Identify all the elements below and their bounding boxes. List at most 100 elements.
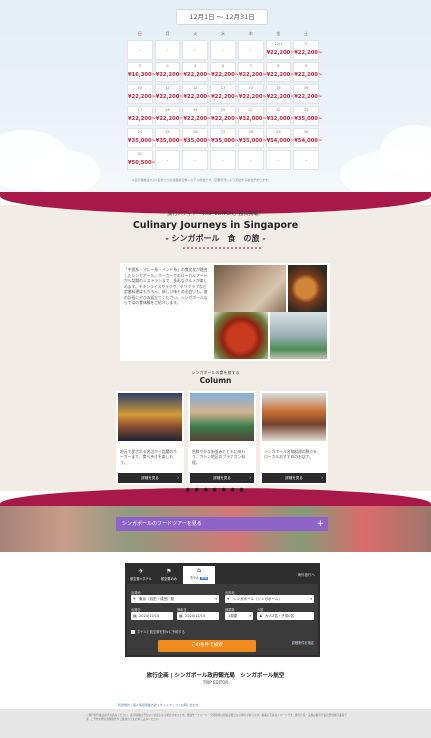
tab-flight-only[interactable]: ⚑ 航空券のみ <box>155 567 183 584</box>
chevron-right-icon: › <box>321 475 323 480</box>
calendar-day-cell[interactable]: 5 ¥22,200~ <box>182 62 211 82</box>
calendar-day-cell[interactable]: 7 ¥22,200~ <box>237 62 267 82</box>
calendar-week: 24 ¥35,000~ 25 ¥35,000~ 26 ¥35,000~ 27 ¥35,000~… <box>127 128 322 148</box>
calendar-day-cell: - <box>237 150 264 170</box>
calendar-day-cell[interactable]: 12 ¥22,200~ <box>182 84 211 104</box>
weekday-header: 日月火水木金土 <box>127 30 319 38</box>
day-price: ¥35,000~ <box>128 138 156 144</box>
column-detail-button[interactable]: 詳細を見る › <box>118 473 182 483</box>
calendar-day-cell: - <box>127 40 153 60</box>
calendar-date-range[interactable]: 12月1日 ～ 12月31日 <box>176 9 268 25</box>
photo-drink <box>270 312 327 359</box>
calendar-day-cell[interactable]: 24 ¥35,000~ <box>127 128 156 148</box>
day-number: 18 <box>165 108 170 112</box>
photo-curry <box>214 312 268 359</box>
column-card[interactable]: 地元で愛される名店から話題のホーカーまで、食べ歩きを楽しもう。 詳細を見る › <box>116 391 184 485</box>
day-number: 6 <box>221 64 225 68</box>
to-select[interactable]: ⌖ シンガポール（シンガポール） ▾ <box>225 595 314 603</box>
calendar-day-cell[interactable]: 26 ¥35,000~ <box>182 128 211 148</box>
calendar-day-cell[interactable]: 15 ¥22,200~ <box>265 84 295 104</box>
calendar-day-cell[interactable]: 21 ¥32,000~ <box>237 106 267 126</box>
separate-booking-checkbox[interactable] <box>131 630 135 634</box>
column-photo-shophouses <box>190 393 254 441</box>
column-card[interactable]: 色鮮やかな街並みとともに味わう、カトン地区のプラナカン料理。 詳細を見る › <box>188 391 256 485</box>
from-select[interactable]: ✈ 東京（羽田・成田）発 ▾ <box>131 595 219 603</box>
day-number: 31 <box>137 152 143 156</box>
calendar-day-cell[interactable]: 28 ¥35,000~ <box>237 128 267 148</box>
calendar-day-cell[interactable]: 9 ¥22,200~ <box>293 62 322 82</box>
calendar-day-cell[interactable]: 16 ¥22,200~ <box>293 84 323 104</box>
calendar-day-cell: - <box>210 150 236 170</box>
calendar-day-cell[interactable]: 17 ¥22,200~ <box>127 106 156 126</box>
day-number: 16 <box>303 86 309 90</box>
calendar-day-cell[interactable]: 13 ¥22,200~ <box>210 84 239 104</box>
calendar-day-cell[interactable]: 6 ¥22,200~ <box>210 62 239 82</box>
calendar-day-cell: - <box>154 150 181 170</box>
hotel-icon: ⌂ <box>197 567 201 574</box>
footer-links[interactable]: 利用規約 | 個人情報保護方針 | サイトマップ | お問い合わせ <box>118 703 199 707</box>
calendar-day-cell[interactable]: 22 ¥32,000~ <box>265 106 295 126</box>
weekday-label: 水 <box>220 31 225 36</box>
food-tour-button[interactable]: シンガポールのフードツアーを見る + <box>116 517 328 531</box>
day-price: ¥22,200~ <box>294 94 323 100</box>
rooms-select[interactable]: 1部屋 ▾ <box>225 612 253 620</box>
day-number: 10 <box>137 86 143 90</box>
column-card-text: 地元で愛される名店から話題のホーカーまで、食べ歩きを楽しもう。 <box>120 449 177 465</box>
calendar-day-cell[interactable]: 10 ¥22,200~ <box>127 84 156 104</box>
column-card[interactable]: シンガポール名物料理の数々を、ローカルおすすめのお店で。 詳細を見る › <box>260 391 328 485</box>
search-button[interactable]: この条件で検索 <box>158 640 256 652</box>
day-price: ¥35,000~ <box>211 138 240 144</box>
day-number: 7 <box>249 64 252 68</box>
day-number: 27 <box>220 130 226 134</box>
calendar-day-cell[interactable]: 29 ¥54,000~ <box>265 128 295 148</box>
calendar-week: - - - - - 12/1 ¥22,200~ 2 ¥22,200~ <box>127 40 322 60</box>
day-number: 22 <box>276 108 281 112</box>
weekday-label: 日 <box>137 31 142 36</box>
return-date-input[interactable]: ▦ 2024/12/15 <box>177 612 219 620</box>
calendar-day-cell[interactable]: 2 ¥22,200~ <box>293 40 322 60</box>
calendar-day-cell[interactable]: 27 ¥35,000~ <box>210 128 240 148</box>
day-price: ¥35,000~ <box>155 138 184 144</box>
no-price: - <box>222 48 224 54</box>
detail-conditions-link[interactable]: 詳細条件を指定 <box>292 640 314 645</box>
tab-flight-hotel[interactable]: ✈ 航空券+ホテル <box>127 567 155 584</box>
day-number: 23 <box>303 108 309 112</box>
calendar-day-cell[interactable]: 25 ¥35,000~ <box>154 128 184 148</box>
day-number: 13 <box>220 86 226 90</box>
day-price: ¥22,200~ <box>128 94 156 100</box>
chevron-down-icon: ▾ <box>249 614 251 618</box>
calendar-day-cell[interactable]: 4 ¥22,200~ <box>154 62 184 82</box>
calendar-icon: ▦ <box>179 613 183 618</box>
carousel-pager[interactable]: ● ● ● ● ● ● ● <box>0 487 431 493</box>
guests-select[interactable]: ♟ 大人2名・子供0名 <box>257 612 314 620</box>
calendar-day-cell[interactable]: 31 ¥50,500~ <box>127 150 156 170</box>
day-number: 25 <box>165 130 170 134</box>
day-price: ¥32,000~ <box>266 116 295 122</box>
column-card-text: 色鮮やかな街並みとともに味わう、カトン地区のプラナカン料理。 <box>192 449 246 465</box>
day-price: ¥22,200~ <box>155 94 184 100</box>
calendar-day-cell[interactable]: 23 ¥35,000~ <box>293 106 322 126</box>
day-price: ¥50,500~ <box>128 160 156 166</box>
tab-hotel[interactable]: ⌂ ホテル NEW <box>183 566 215 585</box>
overseas-travel-link[interactable]: 海外旅行へ <box>298 573 316 578</box>
price-calendar: 日 月 火 水 木 金 土 - - - - - 12/1 ¥22,200~ 2 ¥22,200~ 3 ¥16,3… <box>127 30 323 170</box>
day-number: 8 <box>277 64 280 68</box>
calendar-day-cell[interactable]: 8 ¥22,200~ <box>265 62 295 82</box>
day-price: ¥54,000~ <box>266 138 295 144</box>
calendar-day-cell[interactable]: 19 ¥22,200~ <box>182 106 211 126</box>
calendar-day-cell[interactable]: 30 ¥54,000~ <box>293 128 322 148</box>
day-number: 29 <box>276 130 281 134</box>
column-detail-button[interactable]: 詳細を見る › <box>190 473 254 483</box>
depart-date-input[interactable]: ▦ 2024/12/10 <box>131 612 173 620</box>
photo-dish <box>288 265 327 312</box>
calendar-day-cell[interactable]: 11 ¥22,200~ <box>154 84 184 104</box>
calendar-day-cell[interactable]: 18 ¥22,200~ <box>154 106 184 126</box>
calendar-day-cell[interactable]: 12/1 ¥22,200~ <box>265 40 295 60</box>
calendar-day-cell[interactable]: 14 ¥22,200~ <box>237 84 267 104</box>
no-price: - <box>194 158 197 164</box>
calendar-day-cell[interactable]: 3 ¥16,300~ <box>127 62 156 82</box>
calendar-week: 17 ¥22,200~ 18 ¥22,200~ 19 ¥22,200~ 20 ¥22,200~… <box>127 106 322 126</box>
calendar-day-cell[interactable]: 20 ¥22,200~ <box>210 106 239 126</box>
culinary-title: Culinary Journeys in Singapore <box>132 220 299 231</box>
column-detail-button[interactable]: 詳細を見る › <box>262 473 326 483</box>
